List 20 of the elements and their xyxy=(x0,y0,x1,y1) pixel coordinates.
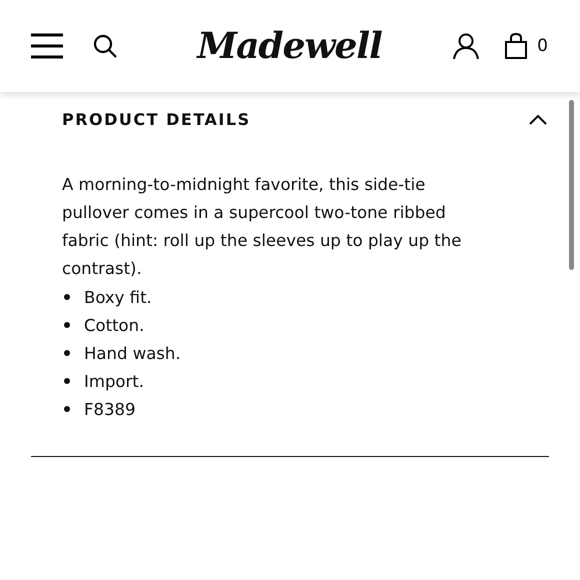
bullet-text: Boxy fit. xyxy=(84,288,152,306)
bullet-text: F8389 xyxy=(84,400,136,418)
scrollbar[interactable] xyxy=(569,100,574,270)
bullet-text: Cotton. xyxy=(84,316,144,334)
menu-icon[interactable] xyxy=(31,33,63,59)
bullet-icon xyxy=(64,322,70,328)
bullet-text: Hand wash. xyxy=(84,344,181,362)
bullet-text: Import. xyxy=(84,372,144,390)
section-title: PRODUCT DETAILS xyxy=(62,110,251,129)
bullet-icon xyxy=(64,406,70,412)
chevron-icon[interactable] xyxy=(529,114,547,125)
shopping-bag-icon[interactable] xyxy=(505,33,528,59)
description-text: A morning-to-midnight favorite, this side-tie pullover comes in a supercool two-tone ribbed fabric (hint: roll up the sleeves up to play up the contrast). xyxy=(62,174,462,280)
cart-count: 0 xyxy=(537,36,548,56)
search-icon[interactable] xyxy=(93,34,117,58)
bullet-icon xyxy=(64,294,70,300)
bullet-icon xyxy=(64,378,70,384)
account-icon[interactable] xyxy=(453,33,480,59)
bullet-icon xyxy=(64,350,70,356)
logo[interactable]: Madewell xyxy=(197,25,382,67)
